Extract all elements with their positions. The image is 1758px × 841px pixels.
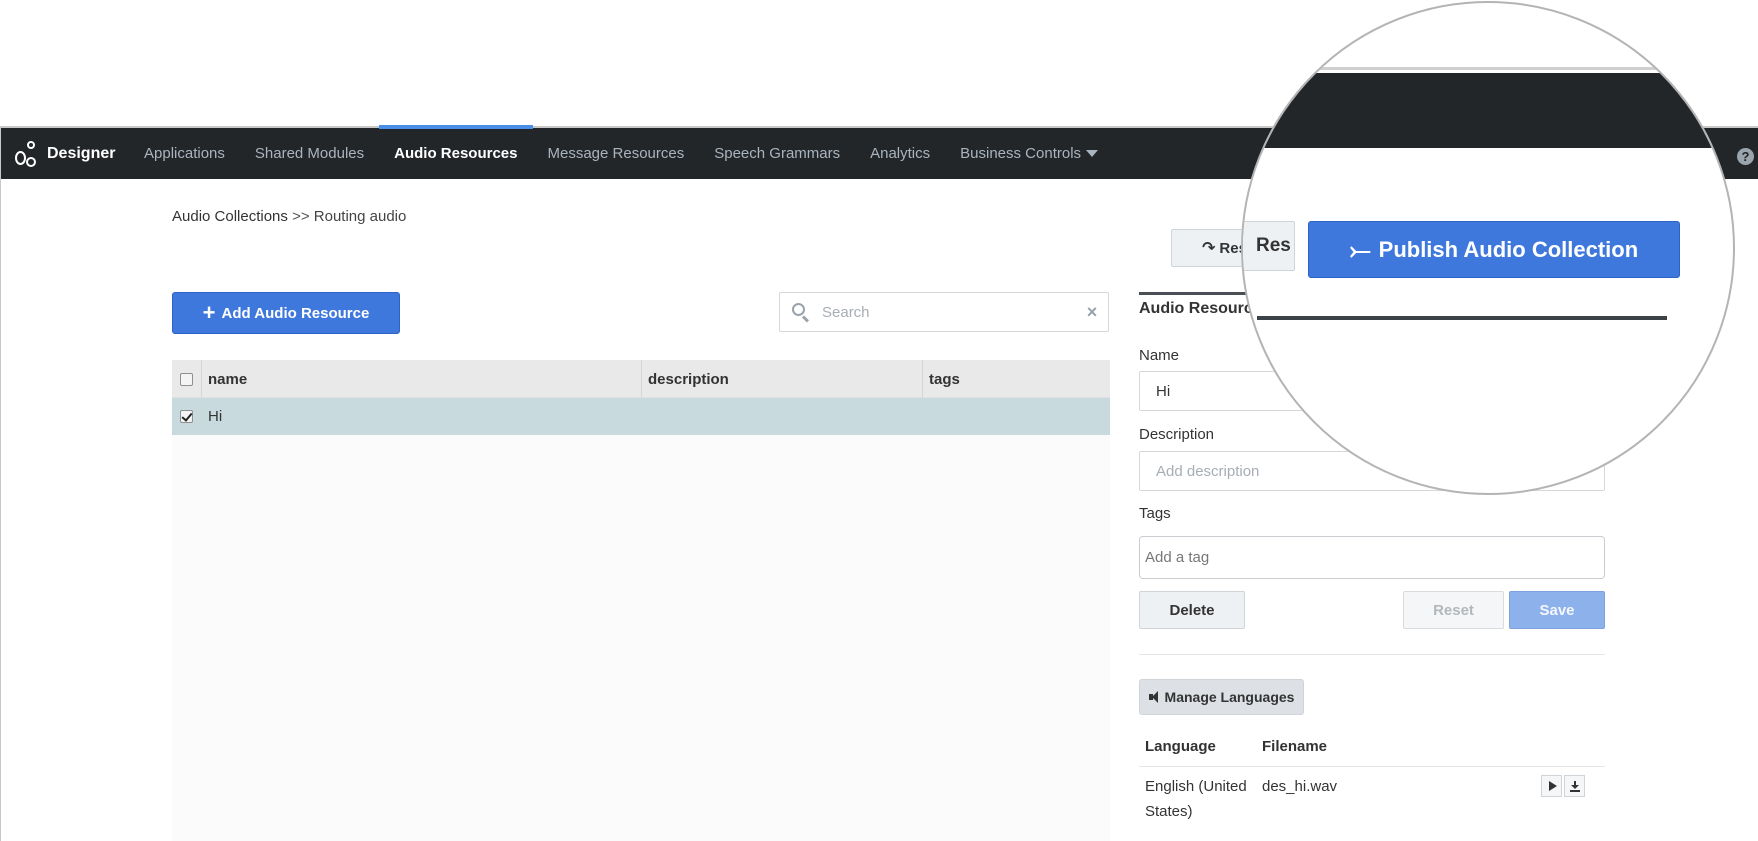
brand-name: Designer (47, 144, 116, 162)
row-checkbox[interactable] (180, 410, 193, 423)
manage-languages-button[interactable]: Manage Languages (1139, 679, 1304, 715)
nav-item-business-controls[interactable]: Business Controls (945, 128, 1113, 179)
panel-title-underline (1139, 292, 1249, 295)
row-select-cell (172, 410, 202, 423)
breadcrumb: Audio Collections >> Routing audio (172, 208, 406, 225)
breadcrumb-current: Routing audio (313, 208, 407, 225)
search-icon (792, 303, 810, 323)
download-icon (1569, 780, 1580, 792)
select-all-checkbox[interactable] (180, 372, 193, 386)
row-name: Hi (208, 408, 223, 425)
search-box: × (779, 292, 1109, 332)
save-button[interactable]: Save (1509, 591, 1605, 629)
play-button[interactable] (1541, 775, 1562, 797)
nav-item-message-resources[interactable]: Message Resources (533, 128, 700, 179)
publish-icon: ⤚ (1349, 234, 1371, 265)
nav-item-speech-grammars[interactable]: Speech Grammars (699, 128, 855, 179)
description-label: Description (1139, 426, 1215, 443)
nav-item-analytics[interactable]: Analytics (855, 128, 945, 179)
table-header: name description tags (172, 360, 1110, 398)
column-header-name[interactable]: name (202, 360, 642, 398)
magnifier-callout: Res ⤚ Publish Audio Collection (1241, 1, 1735, 495)
magnified-top-border (1243, 67, 1733, 70)
lang-header-filename: Filename (1262, 738, 1328, 755)
download-button[interactable] (1564, 775, 1585, 797)
name-label: Name (1139, 347, 1180, 364)
speaker-icon (1148, 691, 1161, 703)
play-icon (1548, 781, 1557, 791)
nav-item-applications[interactable]: Applications (129, 128, 240, 179)
nav-item-audio-resources[interactable]: Audio Resources (379, 125, 533, 179)
add-audio-resource-button[interactable]: + Add Audio Resource (172, 292, 400, 334)
publish-label: Publish Audio Collection (1378, 236, 1639, 262)
help-icon[interactable]: ? (1737, 148, 1754, 165)
magnified-navbar (1243, 73, 1733, 148)
magnified-refresh-button[interactable]: Res (1243, 221, 1295, 271)
add-audio-resource-label: Add Audio Resource (221, 304, 370, 322)
column-header-tags[interactable]: tags (923, 360, 1110, 398)
plus-icon: + (202, 300, 216, 325)
lang-header-language: Language (1145, 738, 1216, 755)
table-row[interactable]: Hi (172, 398, 1110, 435)
resources-table: name description tags Hi (172, 360, 1110, 841)
magnified-tab-underline (1257, 316, 1667, 320)
publish-audio-collection-button[interactable]: ⤚ Publish Audio Collection (1308, 221, 1680, 278)
breadcrumb-separator: >> (292, 208, 310, 225)
clear-icon[interactable]: × (1082, 302, 1102, 322)
genesys-logo-icon (15, 137, 37, 171)
breadcrumb-root[interactable]: Audio Collections (172, 208, 288, 225)
caret-down-icon (1086, 150, 1099, 157)
search-input[interactable] (822, 303, 1082, 321)
refresh-icon: ↷ (1202, 240, 1216, 257)
tags-label: Tags (1139, 505, 1171, 522)
nav-items: Applications Shared Modules Audio Resour… (129, 125, 1113, 179)
panel-title: Audio Resource (1139, 300, 1262, 317)
nav-item-business-controls-label: Business Controls (960, 145, 1082, 162)
lang-row-filename: des_hi.wav (1262, 778, 1338, 795)
manage-languages-label: Manage Languages (1164, 689, 1295, 705)
select-all-cell (172, 360, 202, 398)
nav-item-shared-modules[interactable]: Shared Modules (240, 128, 379, 179)
delete-button[interactable]: Delete (1139, 591, 1245, 629)
lang-table-separator (1139, 766, 1605, 767)
reset-button[interactable]: Reset (1403, 591, 1504, 629)
magnified-refresh-label: Res (1256, 235, 1291, 256)
brand[interactable]: Designer (15, 128, 115, 179)
panel-divider (1139, 654, 1605, 655)
column-header-description[interactable]: description (642, 360, 923, 398)
tags-input[interactable]: Add a tag (1139, 536, 1605, 579)
lang-row-language: English (United States) (1145, 778, 1247, 820)
